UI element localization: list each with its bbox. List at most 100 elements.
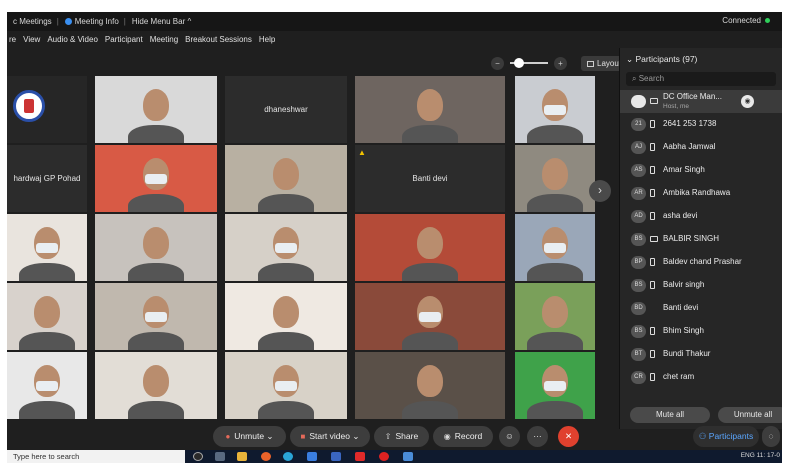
- participant-body: [258, 401, 314, 419]
- video-tile[interactable]: [95, 214, 217, 281]
- participant-body: [128, 194, 184, 212]
- video-tile[interactable]: [355, 352, 505, 419]
- zoom-slider-thumb[interactable]: [514, 58, 524, 68]
- video-tile[interactable]: [515, 214, 595, 281]
- leave-meeting-button[interactable]: ✕: [558, 426, 579, 447]
- store-icon[interactable]: [331, 452, 341, 461]
- participant-row[interactable]: BS Balvir singh: [620, 274, 782, 297]
- video-tile[interactable]: [225, 352, 347, 419]
- start-video-button[interactable]: ■ Start video ⌄: [290, 426, 370, 447]
- webex-icon[interactable]: [403, 452, 413, 461]
- video-tile[interactable]: [355, 76, 505, 143]
- edge-icon[interactable]: [283, 452, 293, 461]
- participant-row[interactable]: BS Bhim Singh: [620, 320, 782, 343]
- phone-device-icon: [650, 350, 655, 358]
- participant-row[interactable]: AS Amar Singh: [620, 159, 782, 182]
- participants-list: DC Office Man... Host, me ◉ 21 2641 253 1738…: [620, 90, 782, 389]
- firefox-icon[interactable]: [261, 452, 271, 461]
- record-button[interactable]: ◉ Record: [433, 426, 493, 447]
- face-mask: [544, 381, 566, 392]
- video-tile[interactable]: [95, 145, 217, 212]
- video-tile[interactable]: [355, 283, 505, 350]
- menu-item-view[interactable]: View: [23, 35, 40, 44]
- video-tile[interactable]: [225, 145, 347, 212]
- participant-row[interactable]: BS BALBIR SINGH: [620, 228, 782, 251]
- share-button[interactable]: ⇧ Share: [374, 426, 429, 447]
- reactions-button[interactable]: ☺: [499, 426, 520, 447]
- menu-item-breakout-sessions[interactable]: Breakout Sessions: [185, 35, 252, 44]
- participant-row[interactable]: DC Office Man... Host, me ◉: [620, 90, 782, 113]
- participant-body: [527, 332, 583, 350]
- video-tile[interactable]: Banti devi ▲: [355, 145, 505, 212]
- participant-name: DC Office Man...: [663, 92, 722, 101]
- chevron-down-icon[interactable]: ⌄: [352, 431, 359, 441]
- face-mask: [36, 243, 58, 254]
- chevron-down-icon[interactable]: ⌄: [266, 431, 273, 441]
- video-tile[interactable]: hardwaj GP Pohad: [7, 145, 87, 212]
- participant-row[interactable]: BD Banti devi: [620, 297, 782, 320]
- participant-row[interactable]: CR chet ram: [620, 366, 782, 389]
- zoom-slider[interactable]: [510, 58, 548, 68]
- video-tile[interactable]: [7, 76, 87, 143]
- menu-item-participant[interactable]: Participant: [105, 35, 143, 44]
- participant-body: [527, 125, 583, 143]
- participant-row[interactable]: AD asha devi: [620, 205, 782, 228]
- avatar: 21: [631, 118, 646, 131]
- info-icon: [64, 18, 72, 25]
- participants-toggle-button[interactable]: ⚇ Participants: [693, 426, 759, 447]
- menu-item-audio-video[interactable]: Audio & Video: [47, 35, 98, 44]
- participant-face: [143, 227, 169, 260]
- video-tile[interactable]: [355, 214, 505, 281]
- file-explorer-icon[interactable]: [237, 452, 247, 461]
- more-options-button[interactable]: ···: [527, 426, 548, 447]
- warning-icon: ▲: [358, 148, 366, 157]
- video-tile[interactable]: [515, 352, 595, 419]
- video-tile[interactable]: [7, 352, 87, 419]
- hide-menu-bar-button[interactable]: Hide Menu Bar ^: [132, 17, 191, 26]
- face-mask: [36, 381, 58, 392]
- task-view-icon[interactable]: [215, 452, 225, 461]
- participant-body: [402, 401, 458, 419]
- mail-icon[interactable]: [307, 452, 317, 461]
- video-tile[interactable]: [225, 283, 347, 350]
- participant-row[interactable]: AR Ambika Randhawa: [620, 182, 782, 205]
- menu-item-help[interactable]: Help: [259, 35, 275, 44]
- zoom-in-button[interactable]: +: [554, 56, 567, 70]
- video-tile[interactable]: [7, 283, 87, 350]
- video-off-icon: ■: [300, 432, 306, 441]
- video-tile[interactable]: [95, 76, 217, 143]
- participant-body: [19, 401, 75, 419]
- meetings-link[interactable]: c Meetings: [13, 17, 52, 26]
- video-tile[interactable]: dhaneshwar: [225, 76, 347, 143]
- taskbar-search-input[interactable]: Type here to search: [7, 450, 185, 463]
- menu-item-file[interactable]: re: [9, 35, 16, 44]
- chat-button[interactable]: ◌: [762, 426, 780, 447]
- next-page-arrow-icon[interactable]: ›: [589, 180, 611, 202]
- system-tray[interactable]: ENG 11: 17-0: [741, 452, 780, 459]
- menu-item-meeting[interactable]: Meeting: [150, 35, 178, 44]
- video-tile[interactable]: [7, 214, 87, 281]
- video-tile[interactable]: [515, 283, 595, 350]
- participant-body: [258, 194, 314, 212]
- host-options-icon[interactable]: ◉: [741, 95, 754, 108]
- face-mask: [544, 105, 566, 116]
- youtube-icon[interactable]: [355, 452, 365, 461]
- unmute-button[interactable]: ● Unmute ⌄: [213, 426, 286, 447]
- video-tile[interactable]: [95, 283, 217, 350]
- participants-header[interactable]: ⌄ Participants (97): [620, 48, 782, 70]
- participant-row[interactable]: 21 2641 253 1738: [620, 113, 782, 136]
- share-icon: ⇧: [384, 432, 392, 441]
- participant-row[interactable]: BP Baldev chand Prashar: [620, 251, 782, 274]
- participant-row[interactable]: AJ Aabha Jamwal: [620, 136, 782, 159]
- video-tile[interactable]: [515, 145, 595, 212]
- opera-icon[interactable]: [379, 452, 389, 461]
- start-circle-icon[interactable]: [193, 452, 203, 461]
- participant-body: [19, 332, 75, 350]
- video-tile[interactable]: [515, 76, 595, 143]
- participants-search-input[interactable]: ⌕ Search: [626, 72, 776, 86]
- zoom-out-button[interactable]: −: [491, 56, 504, 70]
- participant-row[interactable]: BT Bundi Thakur: [620, 343, 782, 366]
- meeting-info-button[interactable]: Meeting Info: [64, 17, 119, 26]
- video-tile[interactable]: [95, 352, 217, 419]
- video-tile[interactable]: [225, 214, 347, 281]
